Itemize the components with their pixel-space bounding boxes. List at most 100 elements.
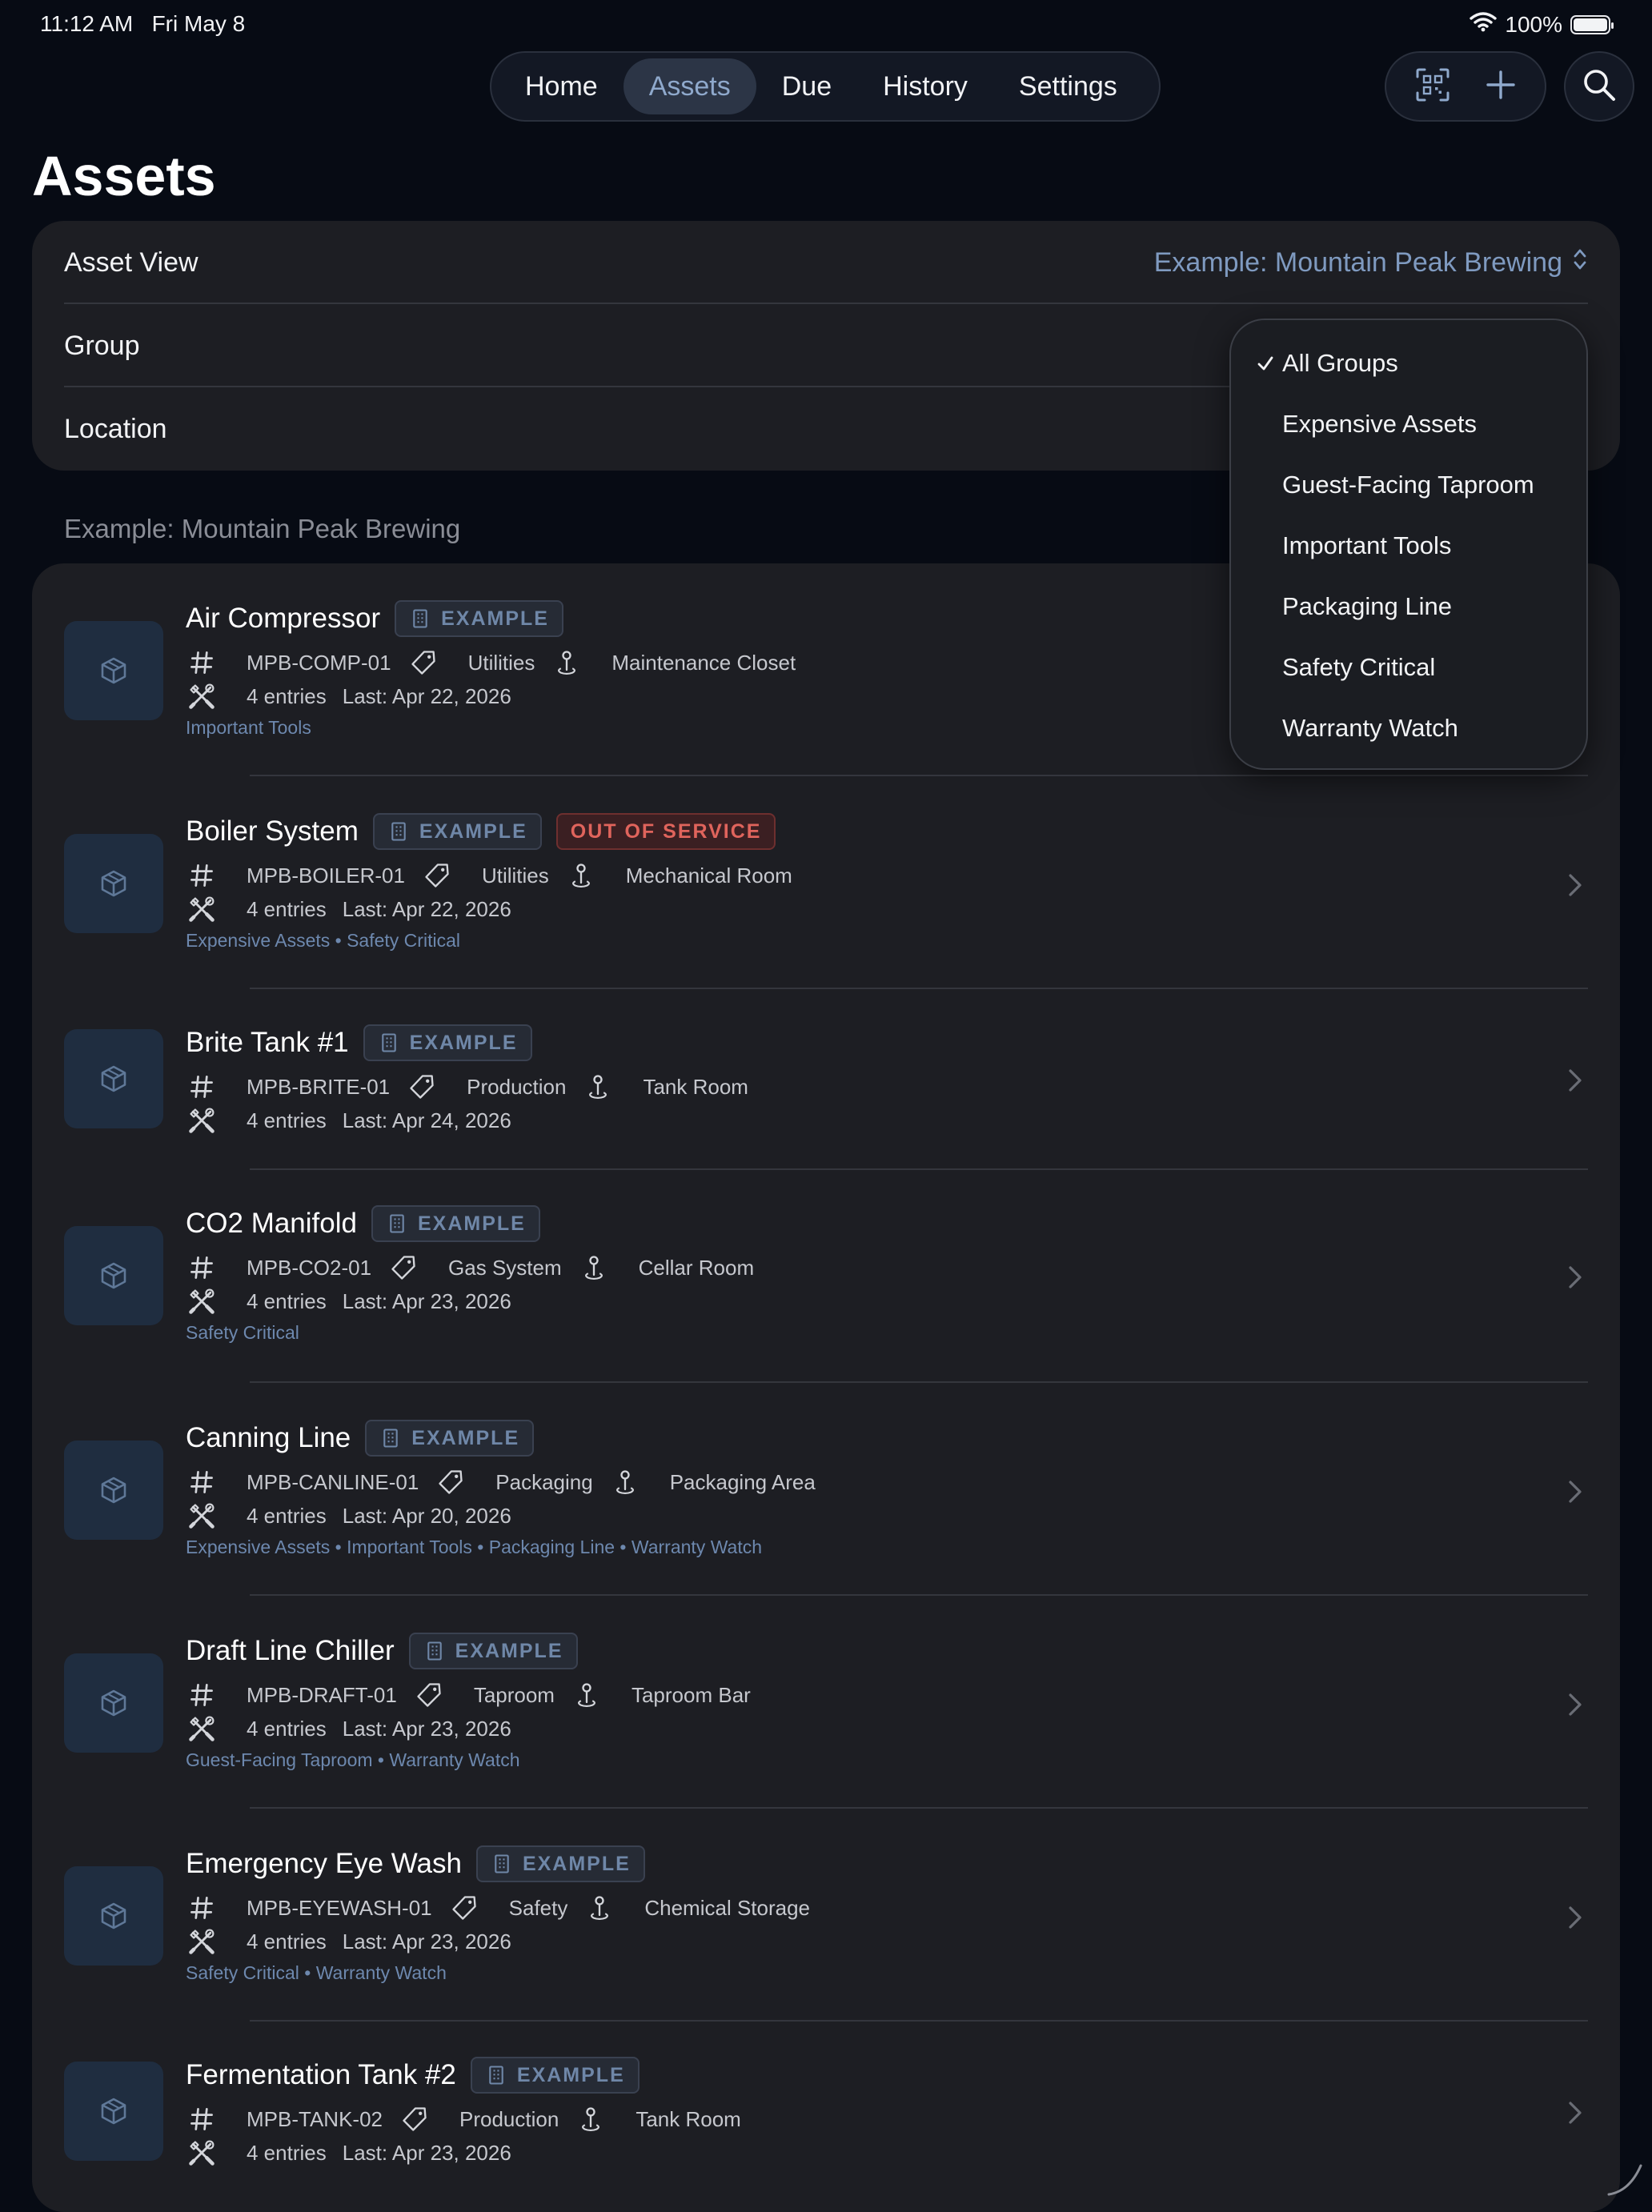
asset-category: Taproom [473,1682,555,1707]
checkmark-icon [1231,355,1282,372]
example-badge-label: EXAMPLE [516,2063,625,2086]
asset-id: MPB-DRAFT-01 [247,1682,397,1707]
asset-title-line: Air Compressor EXAMPLE [186,600,563,637]
hash-icon [186,1679,218,1711]
asset-category: Production [459,2106,559,2131]
list-item[interactable]: Boiler System EXAMPLE OUT OF SERVICE MPB… [32,776,1620,989]
asset-history: 4 entries Last: Apr 22, 2026 [186,893,527,925]
menu-item-packaging-line[interactable]: Packaging Line [1231,576,1586,637]
list-item[interactable]: Fermentation Tank #2 EXAMPLE MPB-TANK-02… [32,2022,1620,2202]
menu-item-label: Guest-Facing Taproom [1282,471,1534,499]
asset-title-line: Emergency Eye Wash EXAMPLE [186,1845,645,1882]
asset-groups: Expensive Assets • Important Tools • Pac… [186,1537,763,1557]
asset-category: Utilities [481,863,549,888]
out-of-service-badge: OUT OF SERVICE [555,813,776,850]
example-badge-label: EXAMPLE [417,1212,526,1235]
asset-history: 4 entries Last: Apr 23, 2026 [186,1285,527,1317]
cube-icon [98,1063,130,1095]
list-item[interactable]: Canning Line EXAMPLE MPB-CANLINE-01 Pack… [32,1383,1620,1596]
asset-title-line: CO2 Manifold EXAMPLE [186,1205,540,1242]
list-item[interactable]: Brite Tank #1 EXAMPLE MPB-BRITE-01 Produ… [32,989,1620,1170]
building-icon [378,1032,400,1054]
menu-item-label: Important Tools [1282,531,1452,559]
building-icon [485,2064,507,2086]
asset-title-line: Fermentation Tank #2 EXAMPLE [186,2057,640,2094]
tools-icon [186,680,218,712]
list-item[interactable]: Emergency Eye Wash EXAMPLE MPB-EYEWASH-0… [32,1809,1620,2022]
asset-meta: MPB-EYEWASH-01 Safety Chemical Storage [186,1892,826,1924]
location-pin-icon [578,1252,610,1284]
chevron-right-icon [1566,1263,1585,1292]
menu-item-expensive-assets[interactable]: Expensive Assets [1231,394,1586,455]
tab-assets[interactable]: Assets [623,58,756,114]
tag-icon [406,1071,438,1103]
example-badge-label: EXAMPLE [419,819,527,843]
asset-thumbnail [64,621,163,720]
asset-history: 4 entries Last: Apr 23, 2026 [186,2137,527,2169]
wifi-icon [1470,11,1498,38]
example-badge: EXAMPLE [395,600,563,637]
section-header: Example: Mountain Peak Brewing [64,514,461,543]
asset-meta: MPB-BOILER-01 Utilities Mechanical Room [186,860,808,892]
asset-view-picker[interactable]: Example: Mountain Peak Brewing [1154,246,1588,279]
status-bar-time: 11:12 AM Fri May 8 [40,11,245,37]
menu-item-label: Warranty Watch [1282,714,1458,742]
location-label: Location [64,413,167,444]
tools-icon [186,1285,218,1317]
tab-settings[interactable]: Settings [993,58,1143,114]
cube-icon [98,1474,130,1506]
tab-due[interactable]: Due [756,58,857,114]
menu-item-warranty-watch[interactable]: Warranty Watch [1231,698,1586,759]
menu-item-guest-facing-taproom[interactable]: Guest-Facing Taproom [1231,455,1586,515]
asset-location: Chemical Storage [644,1895,811,1920]
tab-bar: Home Assets Due History Settings [490,51,1161,122]
hash-icon [186,860,218,892]
building-icon [386,1212,408,1235]
asset-view-label: Asset View [64,246,198,278]
tab-history[interactable]: History [857,58,993,114]
asset-entries: 4 entries [247,2140,327,2165]
menu-item-label: Safety Critical [1282,653,1436,681]
asset-last-date: Last: Apr 23, 2026 [342,1716,511,1741]
search-button[interactable] [1564,51,1634,122]
asset-thumbnail [64,1866,163,1966]
asset-name: Air Compressor [186,603,381,634]
tag-icon [421,860,453,892]
asset-entries: 4 entries [247,1716,327,1741]
example-badge: EXAMPLE [470,2057,640,2094]
qr-scan-icon[interactable] [1414,66,1451,107]
list-item[interactable]: CO2 Manifold EXAMPLE MPB-CO2-01 Gas Syst… [32,1170,1620,1383]
tools-icon [186,1925,218,1958]
asset-title-line: Canning Line EXAMPLE [186,1420,535,1457]
asset-groups: Important Tools [186,717,311,738]
location-pin-icon [565,860,597,892]
asset-id: MPB-CO2-01 [247,1255,372,1280]
cube-icon [98,868,130,900]
tools-icon [186,893,218,925]
status-time: 11:12 AM [40,11,134,36]
resize-handle-icon[interactable] [1606,2159,1644,2198]
building-icon [409,607,431,630]
asset-thumbnail [64,1226,163,1325]
asset-name: Fermentation Tank #2 [186,2059,456,2090]
example-badge: EXAMPLE [365,1420,535,1457]
toolbar-actions [1385,51,1546,122]
asset-location: Tank Room [643,1074,748,1099]
list-item[interactable]: Draft Line Chiller EXAMPLE MPB-DRAFT-01 … [32,1596,1620,1809]
asset-location: Taproom Bar [631,1682,751,1707]
building-icon [491,1853,513,1875]
asset-category: Packaging [495,1469,593,1494]
hash-icon [186,2103,218,2135]
menu-item-label: All Groups [1282,349,1398,377]
search-icon[interactable] [1582,67,1617,106]
asset-name: Emergency Eye Wash [186,1848,462,1879]
menu-item-important-tools[interactable]: Important Tools [1231,515,1586,576]
tab-home[interactable]: Home [499,58,624,114]
menu-item-all-groups[interactable]: All Groups [1231,333,1586,394]
cube-icon [98,2095,130,2127]
menu-item-safety-critical[interactable]: Safety Critical [1231,637,1586,698]
plus-icon[interactable] [1485,69,1517,105]
asset-view-row[interactable]: Asset View Example: Mountain Peak Brewin… [64,221,1588,304]
location-pin-icon [571,1679,603,1711]
asset-id: MPB-COMP-01 [247,650,391,675]
